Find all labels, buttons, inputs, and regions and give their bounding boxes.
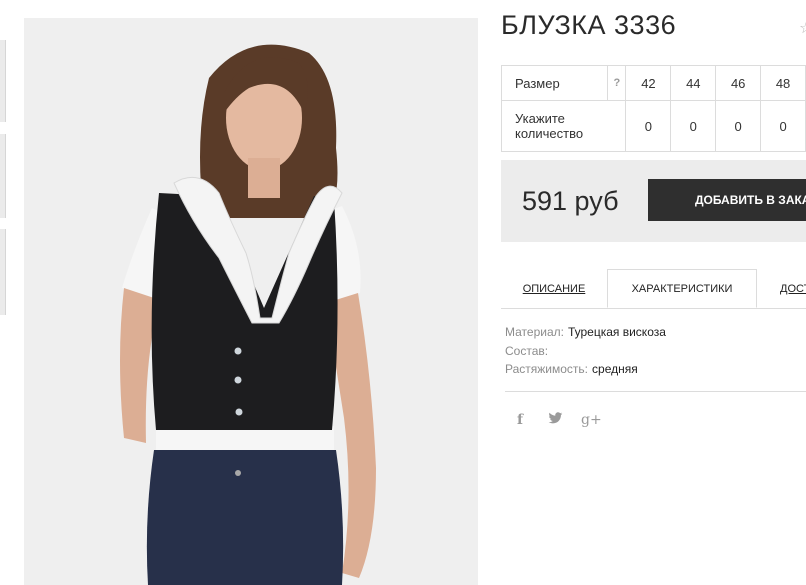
facebook-icon[interactable]: f	[517, 412, 523, 428]
star-icon[interactable]: ☆	[799, 18, 806, 38]
add-to-cart-label: ДОБАВИТЬ В ЗАКАЗ	[695, 193, 806, 207]
size-help-icon[interactable]: ?	[607, 65, 627, 101]
quantity-field-42[interactable]: 0	[625, 100, 672, 152]
quantity-field-46[interactable]: 0	[715, 100, 762, 152]
size-46: 46	[715, 65, 762, 101]
price: 591 руб	[522, 186, 619, 216]
quantity-row: Укажите количество 0 0 0 0	[500, 100, 806, 152]
price-box: 591 руб ДОБАВИТЬ В ЗАКАЗ	[501, 160, 806, 242]
tab-description[interactable]: ОПИСАНИЕ	[501, 269, 607, 308]
quantity-field-48[interactable]: 0	[760, 100, 806, 152]
size-42: 42	[625, 65, 672, 101]
tab-delivery[interactable]: ДОСТАВКА	[780, 269, 806, 308]
thumbnail-1[interactable]	[0, 40, 6, 122]
char-value: Турецкая вискоза	[567, 325, 666, 339]
char-key: Состав:	[505, 343, 549, 358]
size-row: Размер ? 42 44 46 48	[500, 65, 806, 101]
product-title: БЛУЗКА 3336	[501, 10, 677, 40]
char-key: Материал:	[505, 325, 564, 339]
size-label-cell: Размер	[500, 65, 609, 101]
char-value: средняя	[592, 362, 638, 376]
tab-characteristics[interactable]: ХАРАКТЕРИСТИКИ	[607, 269, 757, 308]
divider	[505, 391, 806, 392]
size-44: 44	[670, 65, 717, 101]
thumbnail-2[interactable]	[0, 134, 6, 218]
product-image[interactable]	[24, 18, 478, 585]
product-tabs: ОПИСАНИЕ ХАРАКТЕРИСТИКИ ДОСТАВКА	[501, 269, 806, 309]
char-material: Материал: Турецкая вискоза	[505, 323, 666, 342]
size-table: Размер ? 42 44 46 48 Укажите количество …	[500, 65, 806, 152]
quantity-label: Укажите количество	[500, 100, 627, 152]
characteristics-list: Материал: Турецкая вискоза Состав: Растяж…	[505, 323, 666, 379]
size-48: 48	[760, 65, 806, 101]
size-label: Размер	[515, 75, 560, 91]
char-stretch: Растяжимость: средняя	[505, 360, 666, 379]
char-key: Растяжимость:	[505, 362, 589, 376]
twitter-icon[interactable]	[548, 412, 563, 428]
thumbnail-3[interactable]	[0, 229, 6, 315]
google-plus-icon[interactable]: g+	[581, 412, 602, 428]
add-to-cart-button[interactable]: ДОБАВИТЬ В ЗАКАЗ	[648, 179, 806, 221]
char-composition: Состав:	[505, 342, 666, 361]
quantity-field-44[interactable]: 0	[670, 100, 717, 152]
